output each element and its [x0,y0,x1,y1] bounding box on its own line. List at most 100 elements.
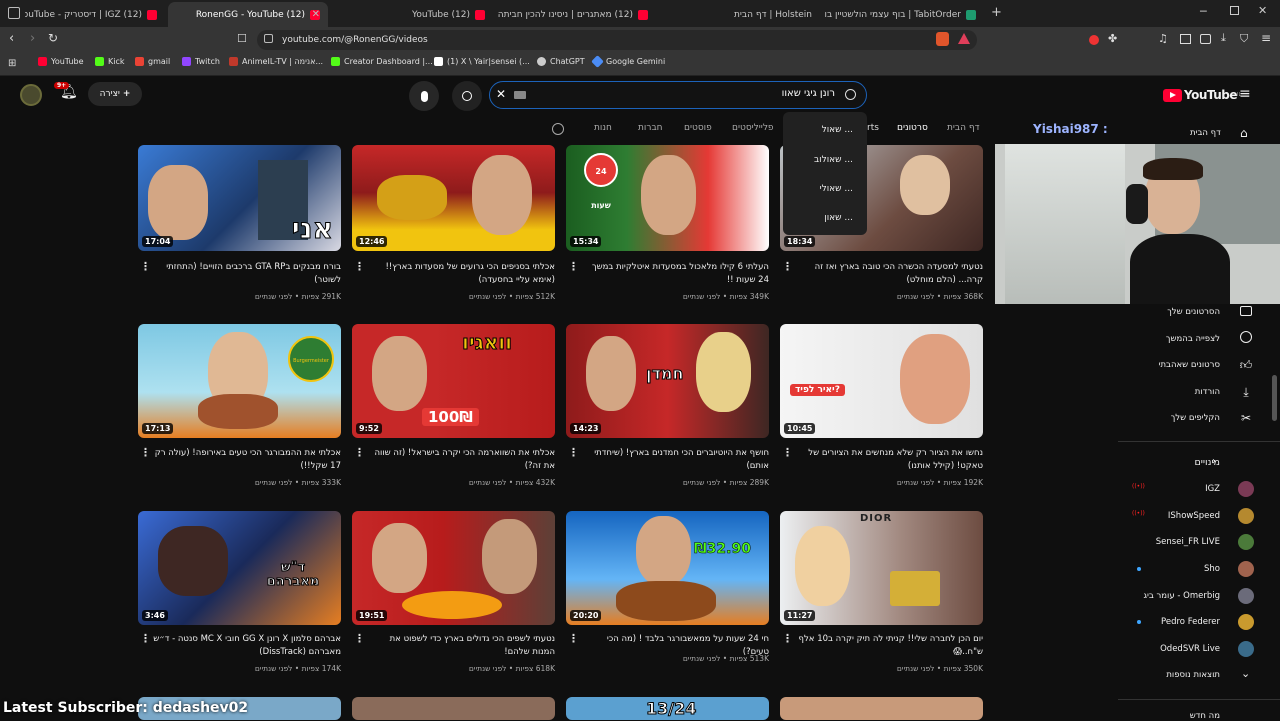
back-icon[interactable]: ‹ [9,31,14,46]
video-thumbnail[interactable]: 12:46 [352,145,555,251]
bookmark-youtube[interactable]: YouTube [38,57,84,66]
browser-tab[interactable]: (12) YouTube [333,2,493,27]
rewards-icon[interactable] [958,33,970,44]
download-icon[interactable]: ⤓ [1238,384,1254,400]
video-thumbnail[interactable]: ₪32.90 20:20 [566,511,769,625]
search-suggestion[interactable]: ... שאון [824,213,853,223]
sidebar-item-your-videos[interactable]: הסרטונים שלך [1167,307,1220,317]
bookmark-x[interactable]: (1) X \ Yair|sensei (... [434,57,530,66]
search-suggestion[interactable]: ... שאול [822,125,853,135]
avatar[interactable] [20,84,42,106]
scrollbar[interactable] [1272,375,1277,421]
tab-home[interactable]: דף הבית [947,123,980,133]
bookmark-creator-dashboard[interactable]: Creator Dashboard |... [331,57,433,66]
video-title[interactable]: חושף את היוטיוברים הכי חמדנים בארץ! (שיח… [581,447,769,473]
sidebar-item-watch-later[interactable]: לצפייה בהמשך [1166,334,1220,344]
video-title[interactable]: נטעתי למסעדה הכשרה הכי טובה בארץ ואז זה … [795,261,983,287]
url-field[interactable]: youtube.com/@RonenGG/videos [257,30,977,50]
more-options-icon[interactable]: ⋮ [140,446,151,459]
sidebar-toggle-icon[interactable] [1180,34,1191,44]
apps-icon[interactable]: ⊞ [8,58,16,69]
subscriptions-header[interactable]: מינויים [1194,457,1220,468]
more-options-icon[interactable]: ⋮ [354,260,365,273]
brave-shield-icon[interactable] [936,32,949,46]
close-tab-icon[interactable]: ✕ [312,9,320,20]
tab-shorts[interactable]: rts [867,123,879,133]
subscription-name[interactable]: IGZ [1205,484,1220,494]
video-thumbnail[interactable]: Burgermeister 17:13 [138,324,341,438]
bookmark-kick[interactable]: Kick [95,57,125,66]
media-icon[interactable]: ♫ [1158,32,1168,45]
tab-posts[interactable]: פוסטים [684,123,712,133]
bookmark-icon[interactable]: ☐ [237,32,247,45]
video-title[interactable]: נחשו את הציור רק שלא מנחשים את הציורים ש… [795,447,983,473]
channel-search-icon[interactable] [552,123,564,135]
browser-tab[interactable]: (12) מאתגרים | ניסינו להכין חביתה עם... [496,2,656,27]
more-options-icon[interactable]: ⋮ [782,632,793,645]
video-title[interactable]: בורח מבנקים בGTA RP ברכבים הזויים! (התחז… [153,261,341,287]
video-thumbnail[interactable]: וואגיו 100₪ 9:52 [352,324,555,438]
download-icon[interactable]: ⤓ [1221,31,1226,45]
bookmark-gmail[interactable]: gmail [135,57,170,66]
tab-store[interactable]: חנות [594,123,612,133]
new-tab-icon[interactable]: + [991,5,1002,20]
reload-icon[interactable]: ↻ [48,31,58,45]
search-button[interactable] [452,81,482,111]
browser-tab[interactable]: (12) IGZ | דיסטריק - YouTube [25,2,165,27]
video-thumbnail[interactable] [780,697,983,720]
keyboard-icon[interactable] [514,91,526,99]
video-thumbnail[interactable]: אני 17:04 [138,145,341,251]
subscription-name[interactable]: Sho [1204,564,1220,574]
video-thumbnail[interactable]: 24 שעות 15:34 [566,145,769,251]
video-thumbnail[interactable]: 19:51 [352,511,555,625]
video-thumbnail[interactable] [352,697,555,720]
search-input[interactable]: ✕ רונן גיגי שאוו [489,81,867,109]
subscription-name[interactable]: OdedSVR Live [1160,644,1220,654]
video-thumbnail[interactable]: 13/24 [566,697,769,720]
video-title[interactable]: אברהם סלמון X רונן GG X חובי MC X סנטה -… [153,633,341,659]
video-title[interactable]: נטעתי לשפים הכי גדולים בארץ כדי לשפוט את… [367,633,555,659]
more-options-icon[interactable]: ⋮ [568,260,579,273]
tab-memberships[interactable]: חברות [638,123,663,133]
video-thumbnail[interactable]: חמדן 14:23 [566,324,769,438]
browser-tab-active[interactable]: ✕ (12) RonenGG - YouTube [168,2,328,27]
tab-playlists[interactable]: פלייליסטים [732,123,774,133]
scissors-icon[interactable]: ✂ [1238,410,1254,426]
your-videos-icon[interactable] [1238,304,1254,320]
sidebar-item-liked[interactable]: סרטונים שאהבתי [1159,360,1220,370]
thumbs-up-icon[interactable]: 👍︎ [1238,357,1254,373]
browser-tab[interactable]: TabitOrder | בוף עצמי הולשטיין בורגר [824,2,984,27]
clear-search-icon[interactable]: ✕ [496,87,506,101]
more-options-icon[interactable]: ⋮ [140,260,151,273]
guide-menu-icon[interactable]: ≡ [1239,86,1251,102]
minimize-icon[interactable]: ─ [1200,5,1207,18]
bookmark-chatgpt[interactable]: ChatGPT [537,57,585,66]
browser-tab[interactable]: Holstein | דף הבית [660,2,820,27]
video-title[interactable]: אכלתי בסניפים הכי גרועים של מסעדות בארץ!… [367,261,555,287]
clock-icon[interactable] [1238,331,1254,347]
show-more-button[interactable]: תוצאות נוספות [1166,670,1220,680]
video-thumbnail[interactable]: ד"ש מאברהם 3:46 [138,511,341,625]
maximize-icon[interactable] [1230,6,1239,15]
video-title[interactable]: אכלתי את ההמבורגר הכי טעים באירופה! (עול… [153,447,341,473]
more-options-icon[interactable]: ⋮ [568,632,579,645]
search-suggestion[interactable]: ... שאולי [820,184,853,194]
bookmark-gemini[interactable]: Google Gemini [591,55,665,68]
subscription-name[interactable]: Omerbig - עומר ביג [1143,591,1220,601]
extension-record-icon[interactable] [1089,35,1099,45]
more-options-icon[interactable]: ⋮ [782,260,793,273]
subscription-name[interactable]: IShowSpeed [1168,511,1220,521]
more-options-icon[interactable]: ⋮ [354,446,365,459]
create-button[interactable]: יצירה + [88,82,142,106]
close-window-icon[interactable]: ✕ [1258,4,1267,17]
more-options-icon[interactable]: ⋮ [354,632,365,645]
sidebar-item-clips[interactable]: הקליפים שלך [1171,413,1220,423]
logo[interactable]: YouTube IL [1163,88,1241,102]
subscription-name[interactable]: Sensei_FR LIVE [1156,537,1220,547]
video-title[interactable]: יום הכן לחברה שלי!! קניתי לה תיק יקרה ב1… [795,633,983,659]
video-title[interactable]: אכלתי את השווארמה הכי יקרה בישראל! (זה ש… [367,447,556,473]
extensions-icon[interactable]: ✤ [1108,32,1117,45]
home-nav-label[interactable]: דף הבית [1190,128,1221,138]
subscription-name[interactable]: Pedro Federer [1161,617,1220,627]
bookmark-twitch[interactable]: Twitch [182,57,220,66]
